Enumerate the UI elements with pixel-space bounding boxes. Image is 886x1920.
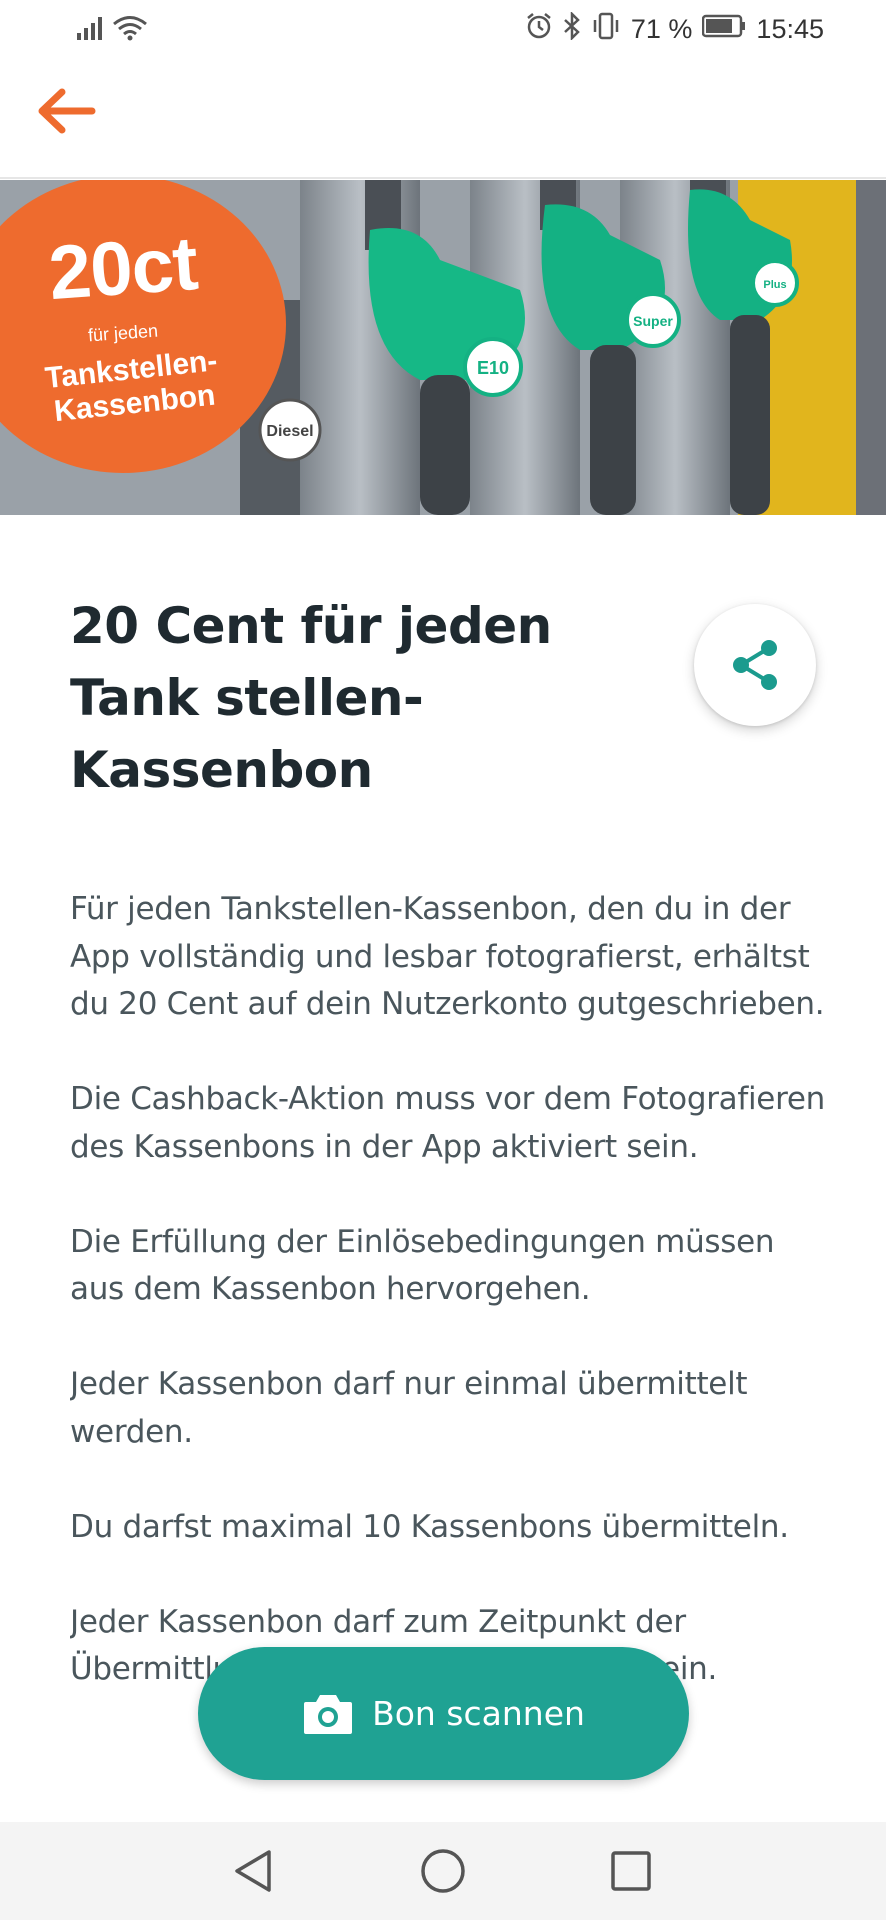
arrow-left-icon <box>38 88 96 134</box>
terms-paragraph: Die Erfüllung der Einlösebedingungen müs… <box>70 1223 775 1308</box>
terms-paragraph: Für jeden Tankstellen-Kassenbon, den du … <box>70 891 825 1022</box>
battery-icon <box>702 14 746 45</box>
circle-home-icon <box>421 1849 465 1893</box>
svg-text:Diesel: Diesel <box>266 423 313 440</box>
scan-receipt-button[interactable]: Bon scannen <box>198 1647 689 1780</box>
scan-receipt-label: Bon scannen <box>372 1694 585 1733</box>
share-icon <box>733 640 777 690</box>
nav-recents-button[interactable] <box>604 1844 658 1898</box>
nav-home-button[interactable] <box>416 1844 470 1898</box>
clock: 15:45 <box>756 14 824 44</box>
badge-amount: 20ct <box>46 220 200 317</box>
page-title: 20 Cent für jeden Tank stellen-Kassenbon <box>70 597 552 799</box>
alarm-icon <box>525 12 553 47</box>
square-recents-icon <box>611 1851 651 1891</box>
system-nav-bar <box>0 1822 886 1920</box>
bluetooth-icon <box>563 10 581 47</box>
badge-label: Tankstellen- Kassenbon <box>0 337 289 437</box>
hero-image: E10 Super Plus Diesel 20ct für jeden Tan… <box>0 180 886 515</box>
nav-back-button[interactable] <box>226 1844 280 1898</box>
wifi-icon <box>112 14 148 49</box>
terms-paragraph: Du darfst maximal 10 Kassenbons übermitt… <box>70 1508 789 1545</box>
svg-text:Super: Super <box>633 313 673 329</box>
terms-paragraph: Die Cashback-Aktion muss vor dem Fotogra… <box>70 1081 825 1165</box>
terms-paragraph: Jeder Kassenbon darf nur einmal übermitt… <box>70 1366 748 1450</box>
battery-percent: 71 % <box>630 14 693 44</box>
app-bar-divider <box>0 177 886 179</box>
back-button[interactable] <box>30 80 102 142</box>
vibrate-icon <box>591 12 621 47</box>
svg-text:E10: E10 <box>477 358 509 378</box>
share-button[interactable] <box>694 604 816 726</box>
triangle-back-icon <box>235 1850 271 1892</box>
svg-text:Plus: Plus <box>763 279 786 291</box>
signal-icon <box>76 15 106 48</box>
camera-icon <box>304 1694 353 1734</box>
status-bar: 71 % 15:45 <box>0 0 886 60</box>
app-bar <box>0 60 886 178</box>
